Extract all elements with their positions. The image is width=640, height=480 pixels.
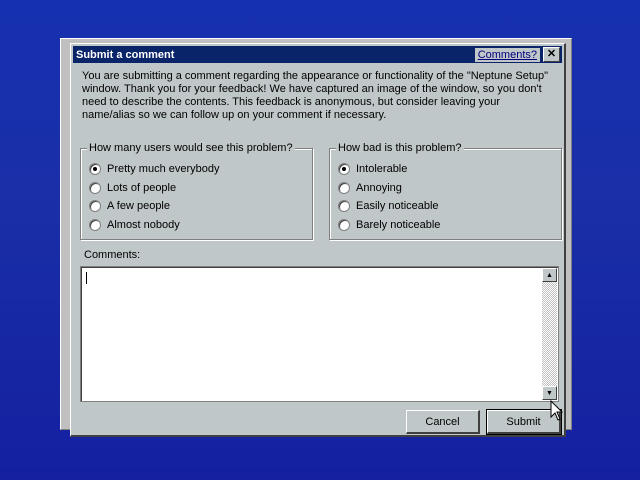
mouse-pointer-icon [550,400,564,421]
radio-label: Intolerable [356,163,408,175]
radio-button[interactable] [89,163,101,175]
radio-label: Barely noticeable [356,219,441,231]
radio-severity-2[interactable]: Easily noticeable [338,199,439,213]
radio-severity-0[interactable]: Intolerable [338,162,407,176]
radio-label: Lots of people [107,182,177,194]
scroll-down-button[interactable]: ▼ [542,386,557,400]
radio-button[interactable] [338,219,350,231]
dialog-title: Submit a comment [76,48,175,61]
submit-comment-dialog: Submit a comment Comments? ✕ You are sub… [70,43,566,437]
severity-group: How bad is this problem? Intolerable Ann… [329,142,562,240]
radio-users-0[interactable]: Pretty much everybody [89,162,220,176]
comments-label: Comments: [84,249,141,261]
comments-help-link[interactable]: Comments? [474,47,540,62]
radio-button[interactable] [338,200,350,212]
radio-label: A few people [107,200,170,212]
close-icon: ✕ [546,48,557,60]
arrow-up-icon: ▲ [546,271,553,279]
severity-label: How bad is this problem? [336,142,464,154]
comments-textarea[interactable]: ▲ ▼ [80,266,559,402]
users-affected-group: How many users would see this problem? P… [80,142,313,240]
radio-label: Easily noticeable [356,200,439,212]
close-button[interactable]: ✕ [543,47,560,62]
radio-label: Pretty much everybody [107,163,220,175]
text-caret [86,272,87,284]
cancel-button[interactable]: Cancel [406,410,480,434]
scroll-up-button[interactable]: ▲ [542,268,557,282]
users-affected-label: How many users would see this problem? [87,142,295,154]
radio-users-3[interactable]: Almost nobody [89,218,180,232]
radio-button[interactable] [89,182,101,194]
vertical-scrollbar[interactable]: ▲ ▼ [542,268,557,400]
radio-severity-3[interactable]: Barely noticeable [338,218,440,232]
radio-users-1[interactable]: Lots of people [89,181,176,195]
radio-users-2[interactable]: A few people [89,199,170,213]
radio-button[interactable] [338,182,350,194]
radio-button[interactable] [338,163,350,175]
arrow-down-icon: ▼ [546,389,553,397]
radio-button[interactable] [89,200,101,212]
intro-text: You are submitting a comment regarding t… [82,70,549,121]
radio-button[interactable] [89,219,101,231]
radio-severity-1[interactable]: Annoying [338,181,402,195]
radio-label: Annoying [356,182,402,194]
radio-label: Almost nobody [107,219,180,231]
title-bar[interactable]: Submit a comment Comments? ✕ [73,46,562,63]
